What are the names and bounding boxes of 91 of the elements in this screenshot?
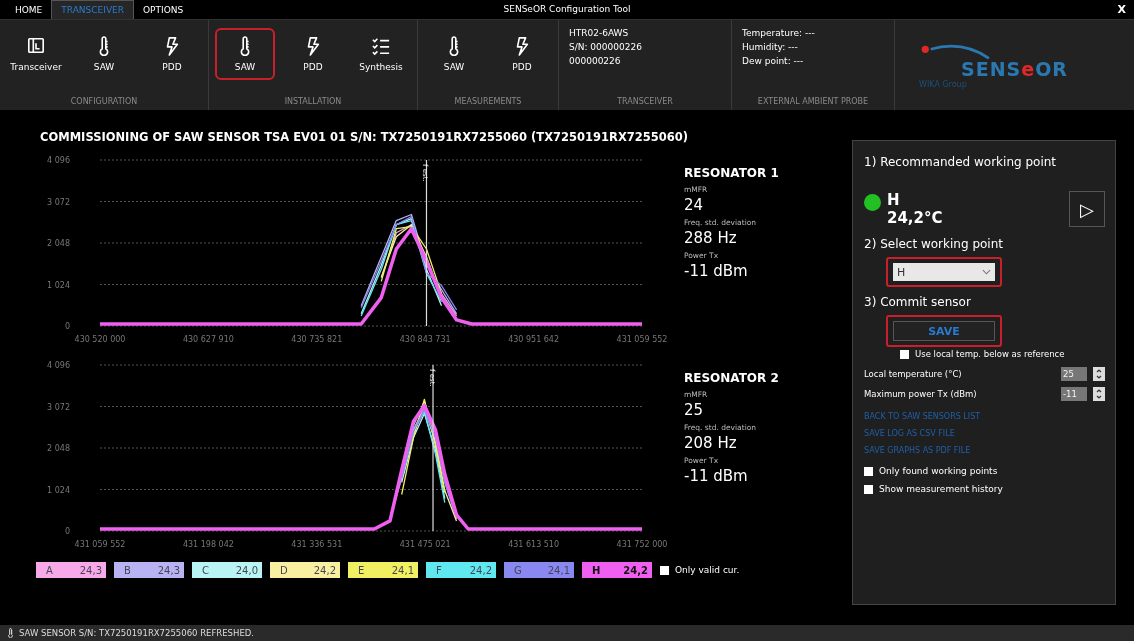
info-text: Humidity: --- [742, 42, 799, 52]
device-icon [27, 36, 45, 56]
group-label: EXTERNAL AMBIENT PROBE [756, 97, 870, 108]
tab[interactable]: TRANSCEIVER [51, 0, 135, 19]
axis-tick-label: 431 336 531 [291, 540, 343, 549]
window-title: SENSeOR Configuration Tool [502, 4, 632, 14]
spinner-arrows[interactable] [1093, 367, 1105, 381]
ribbon-button[interactable]: Synthesis [351, 28, 411, 80]
axis-tick-label: 430 735 821 [291, 335, 343, 344]
save-button[interactable]: SAVE [893, 321, 995, 341]
resonator-title: RESONATOR 1 [684, 166, 779, 180]
ribbon-button[interactable]: SAW [424, 28, 484, 80]
axis-tick-label: 431 475 021 [399, 540, 451, 549]
caret-icon [982, 269, 991, 275]
axis-tick-label: 2 048 [47, 444, 70, 453]
legend-item[interactable]: B 24,3 [114, 562, 184, 578]
axis-tick-label: 3 072 [47, 197, 70, 207]
legend-item[interactable]: A 24,3 [36, 562, 106, 578]
axis-tick-label: 0 [64, 527, 70, 536]
field-label: Local temperature (°C) [864, 369, 962, 379]
axis-tick-label: 430 520 000 [74, 335, 126, 344]
group-label: MEASUREMENTS [453, 97, 523, 108]
info-text: HTR02-6AWS [569, 28, 630, 38]
info-text: 000000226 [569, 56, 622, 66]
checkbox[interactable] [660, 565, 669, 575]
info-text: S/N: 000000226 [569, 42, 643, 52]
stat-value: 208 Hz [684, 434, 738, 452]
play-button[interactable]: ▷ [1069, 191, 1105, 227]
number-field[interactable]: 25 [1061, 367, 1087, 381]
legend-item[interactable]: E 24,1 [348, 562, 418, 578]
ribbon-button[interactable]: PDD [142, 28, 202, 80]
axis-tick-label: 431 059 552 [74, 540, 126, 549]
checkbox-label: Only found working points [879, 466, 998, 476]
axis-tick-label: 4 096 [47, 156, 70, 165]
checkbox-label: Show measurement history [879, 484, 1003, 494]
legend-item[interactable]: D 24,2 [270, 562, 340, 578]
tab[interactable]: HOME [6, 0, 52, 19]
ribbon-button[interactable]: PDD [492, 28, 552, 80]
spinner-arrows[interactable] [1093, 387, 1105, 401]
ribbon-button[interactable]: PDD [283, 28, 343, 80]
axis-tick-label: 1 024 [47, 280, 70, 290]
stat-value: 24 [684, 196, 705, 214]
axis-tick-label: 431 198 042 [182, 540, 234, 549]
info-text: Dew point: --- [742, 56, 805, 66]
axis-tick-label: 431 613 510 [508, 540, 560, 549]
status-text: SAW SENSOR S/N: TX7250191RX7255060 REFRESHED. [19, 628, 255, 638]
checklist-icon [372, 36, 390, 56]
stat-value: 288 Hz [684, 229, 738, 247]
step-heading: 1) Recommanded working point [864, 155, 1058, 169]
checkbox[interactable] [864, 466, 873, 476]
chart-title: COMMISSIONING OF SAW SENSOR TSA EV01 01 S/N: TX7250191RX7255060 (TX7250191RX7255060) [39, 130, 690, 144]
group-label: INSTALLATION [283, 97, 343, 108]
axis-tick-label: 430 843 731 [399, 335, 451, 344]
axis-tick-label: 1 024 [47, 485, 70, 495]
axis-tick-label: 431 059 552 [616, 335, 668, 344]
group-label: TRANSCEIVER [616, 97, 674, 108]
step-heading: 3) Commit sensor [864, 295, 972, 309]
legend-item[interactable]: F 24,2 [426, 562, 496, 578]
axis-tick-label: 431 752 000 [616, 540, 668, 549]
checkbox-label: Use local temp. below as reference [915, 349, 1065, 359]
checkbox-label: Only valid cur. [675, 565, 740, 575]
axis-tick-label: 2 048 [47, 239, 70, 248]
axis-tick-label: 430 627 910 [182, 335, 234, 344]
step-heading: 2) Select working point [864, 237, 1004, 251]
logo-subtitle: WIKA Group [919, 79, 967, 89]
axis-tick-label: 3 072 [47, 402, 70, 412]
ribbon-button[interactable]: SAW [74, 28, 134, 80]
checkbox[interactable] [900, 349, 909, 359]
number-field[interactable]: -11 [1061, 387, 1087, 401]
stat-value: -11 dBm [684, 262, 749, 280]
close-button[interactable]: X [1111, 0, 1134, 19]
info-text: Temperature: --- [742, 28, 816, 38]
axis-tick-label: 0 [64, 322, 70, 331]
axis-tick-label: 430 951 642 [508, 335, 560, 344]
legend-item[interactable]: H 24,2 [582, 562, 652, 578]
ribbon-button[interactable]: SAW [215, 28, 275, 80]
thermometer-icon [6, 628, 15, 638]
working-point-dropdown[interactable]: H [893, 263, 995, 281]
working-point-name: H [887, 191, 901, 209]
legend-item[interactable]: C 24,0 [192, 562, 262, 578]
resonator-title: RESONATOR 2 [684, 371, 779, 385]
checkbox[interactable] [864, 484, 873, 494]
tab[interactable]: OPTIONS [134, 0, 193, 19]
ribbon-button[interactable]: Transceiver [6, 28, 66, 80]
group-label: CONFIGURATION [69, 97, 139, 108]
stat-value: 25 [684, 401, 705, 419]
field-label: Maximum power Tx (dBm) [864, 389, 977, 399]
stat-value: -11 dBm [684, 467, 749, 485]
axis-tick-label: 4 096 [47, 361, 70, 370]
logo-text: SENSeOR [961, 57, 1068, 80]
working-point-temperature: 24,2°C [887, 209, 944, 227]
